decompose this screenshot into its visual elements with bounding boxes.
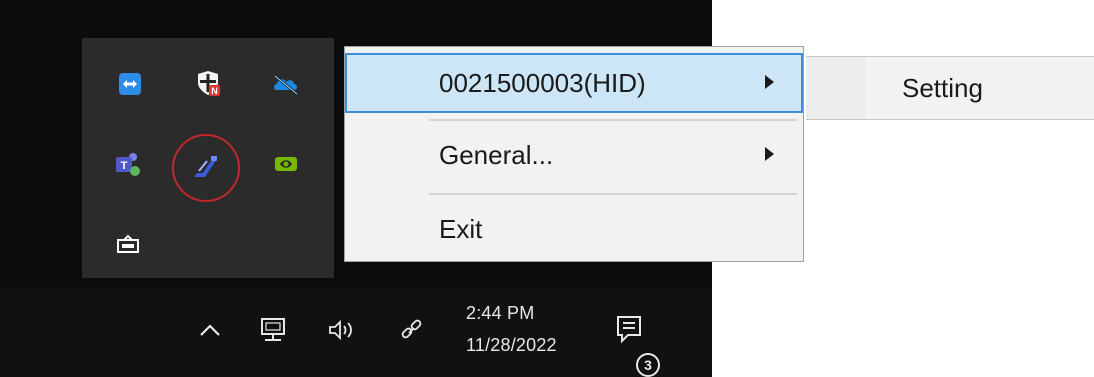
submenu-arrow-icon: [765, 75, 774, 89]
svg-text:T: T: [121, 160, 128, 172]
submenu-gutter: [806, 57, 866, 119]
volume-icon[interactable]: [322, 310, 362, 350]
notification-count-badge: 3: [636, 353, 660, 377]
menu-item-device[interactable]: 0021500003(HID): [345, 53, 803, 113]
teams-icon[interactable]: T: [110, 146, 146, 182]
context-menu: 0021500003(HID) General... Exit: [344, 46, 804, 262]
menu-separator: [429, 193, 797, 195]
menu-item-exit[interactable]: Exit: [345, 199, 803, 259]
tray-app-icon[interactable]: [110, 226, 146, 262]
notification-icon[interactable]: [608, 308, 652, 352]
menu-item-general[interactable]: General...: [345, 125, 803, 185]
menu-item-label: General...: [439, 139, 554, 170]
chevron-up-icon[interactable]: [192, 312, 228, 348]
highlight-circle: [172, 134, 240, 202]
menu-item-label: Exit: [439, 213, 483, 244]
teamviewer-icon[interactable]: [112, 66, 148, 102]
submenu-arrow-icon: [765, 147, 774, 161]
network-icon[interactable]: [254, 310, 294, 350]
nvidia-icon[interactable]: [268, 146, 304, 182]
menu-item-label: 0021500003(HID): [439, 67, 646, 98]
clock-date[interactable]: 11/28/2022: [466, 335, 596, 356]
svg-text:N: N: [211, 86, 218, 96]
menu-separator: [429, 119, 797, 121]
link-icon[interactable]: [392, 310, 432, 350]
onedrive-icon[interactable]: [268, 66, 304, 102]
security-shield-icon[interactable]: N: [190, 66, 226, 102]
submenu-item-setting[interactable]: Setting: [902, 73, 983, 104]
clock-time[interactable]: 2:44 PM: [466, 303, 586, 324]
submenu: Setting: [806, 56, 1094, 120]
